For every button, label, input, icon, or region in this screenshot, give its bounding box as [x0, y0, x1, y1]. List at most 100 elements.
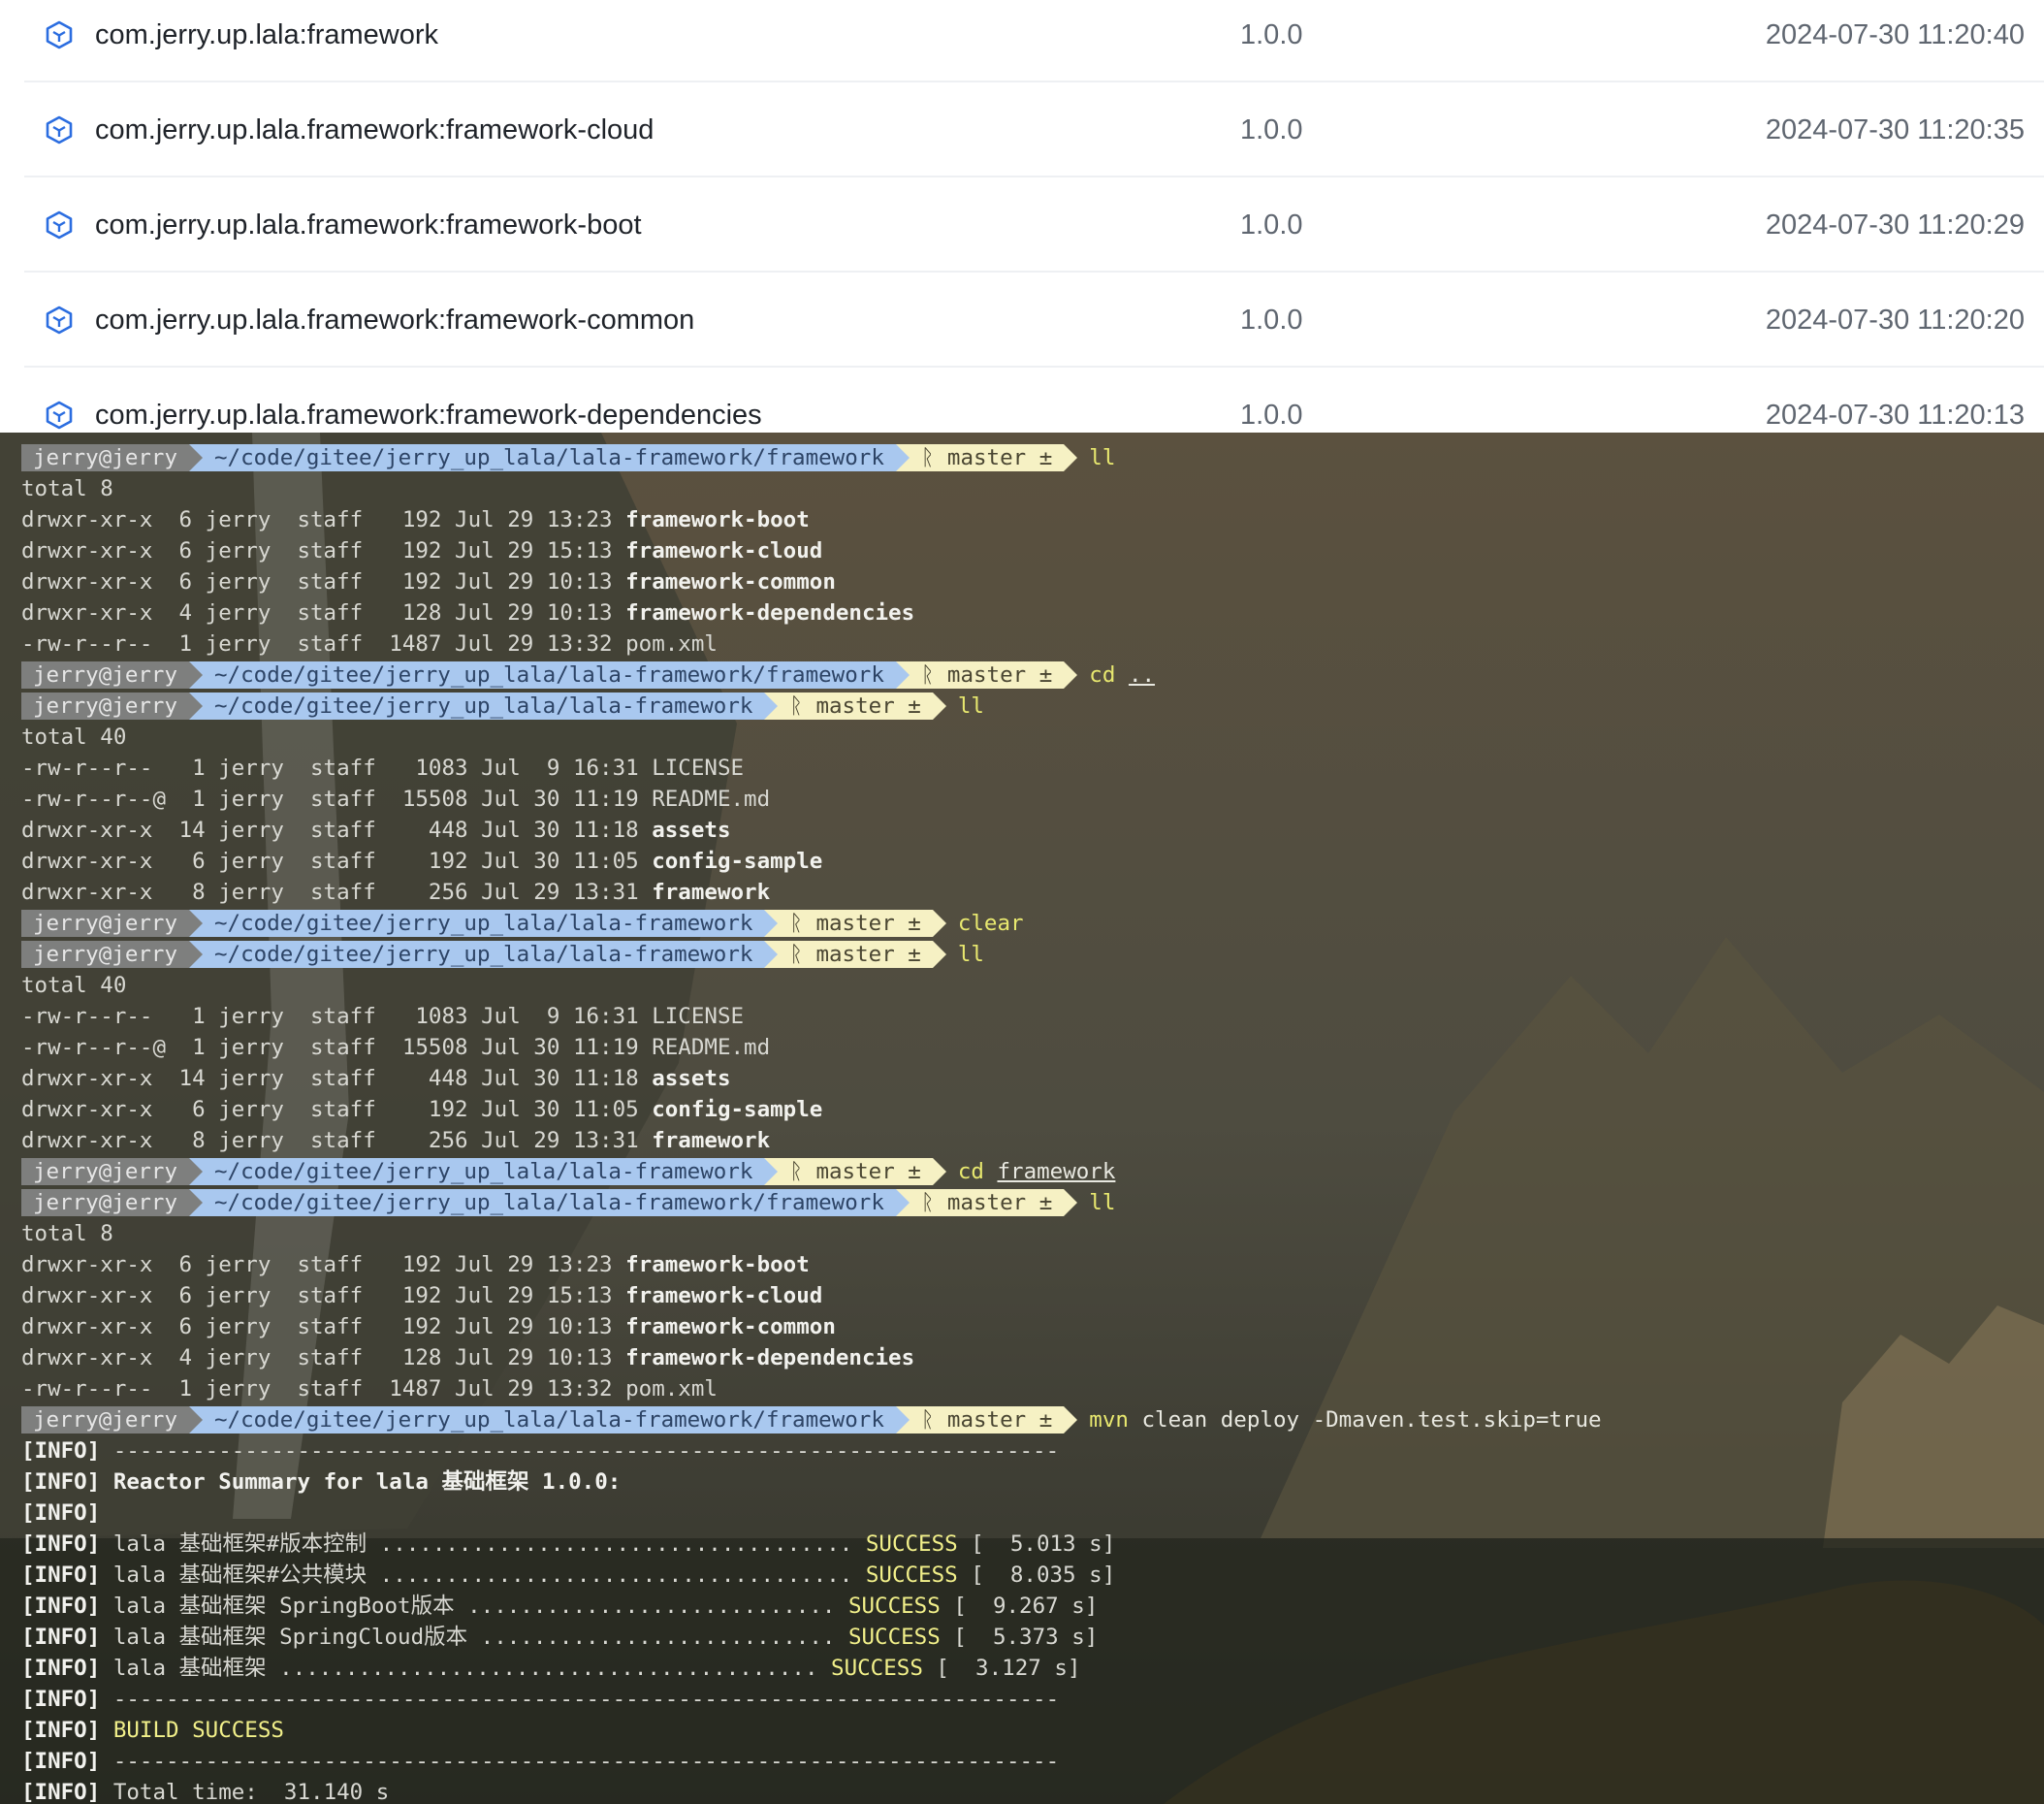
artifact-name: com.jerry.up.lala.framework:framework-cl…: [95, 114, 655, 145]
command: mvn: [1089, 1407, 1129, 1433]
log-message: ----------------------------------------…: [112, 1687, 1060, 1712]
prompt-separator: [764, 941, 779, 968]
prompt-path: ~/code/gitee/jerry_up_lala/lala-framewor…: [203, 910, 765, 937]
module-duration: [ 5.013 s]: [957, 1531, 1116, 1557]
artifact-row[interactable]: com.jerry.up.lala.framework:framework-cl…: [24, 81, 2044, 177]
directory-name: framework-cloud: [625, 1283, 823, 1308]
file-name: pom.xml: [625, 1376, 718, 1401]
artifact-time: 2024-07-30 11:20:29: [1765, 209, 2025, 241]
prompt-separator: [932, 1158, 946, 1185]
git-branch: ᚱ master ±: [778, 941, 933, 968]
artifact-row[interactable]: com.jerry.up.lala:framework 1.0.0 2024-07-…: [24, 0, 2044, 82]
prompt-path: ~/code/gitee/jerry_up_lala/lala-framewor…: [203, 444, 896, 471]
prompt-user: jerry@jerry: [21, 1406, 190, 1434]
directory-name: framework-boot: [625, 507, 810, 532]
directory-name: config-sample: [652, 1097, 823, 1122]
artifact-version: 1.0.0: [1240, 209, 1303, 241]
directory-name: framework-dependencies: [625, 1345, 915, 1370]
artifact-row[interactable]: com.jerry.up.lala.framework:framework-bo…: [24, 177, 2044, 273]
file-meta: drwxr-xr-x 6 jerry staff 192 Jul 29 13:2…: [21, 1252, 626, 1277]
prompt-path: ~/code/gitee/jerry_up_lala/lala-framewor…: [203, 1158, 765, 1185]
log-level: [INFO]: [21, 1594, 113, 1619]
prompt-user: jerry@jerry: [21, 444, 190, 471]
maven-log-line: [INFO] ---------------------------------…: [21, 1684, 2038, 1715]
file-meta: drwxr-xr-x 6 jerry staff 192 Jul 29 13:2…: [21, 507, 626, 532]
artifact-row[interactable]: com.jerry.up.lala.framework:framework-co…: [24, 272, 2044, 368]
log-message: lala 基础框架 SpringCloud版本 ................…: [112, 1625, 848, 1650]
command: ll: [957, 693, 984, 719]
log-level: [INFO]: [21, 1780, 113, 1804]
file-meta: -rw-r--r--@ 1 jerry staff 15508 Jul 30 1…: [21, 787, 653, 812]
package-icon: [44, 209, 75, 241]
log-level: [INFO]: [21, 1500, 101, 1526]
prompt-separator: [764, 910, 779, 937]
directory-name: framework-common: [625, 1314, 836, 1339]
git-branch: ᚱ master ±: [909, 444, 1065, 471]
listing-row: drwxr-xr-x 6 jerry staff 192 Jul 29 10:1…: [21, 566, 2038, 597]
file-meta: drwxr-xr-x 6 jerry staff 192 Jul 30 11:0…: [21, 1097, 653, 1122]
directory-name: framework-dependencies: [625, 600, 915, 626]
artifact-list: com.jerry.up.lala:framework 1.0.0 2024-07-…: [0, 0, 2044, 433]
output-text: total 40: [21, 725, 127, 750]
artifact-version: 1.0.0: [1240, 19, 1303, 50]
listing-row: -rw-r--r--@ 1 jerry staff 15508 Jul 30 1…: [21, 1032, 2038, 1063]
log-level: [INFO]: [21, 1625, 113, 1650]
listing-row: drwxr-xr-x 6 jerry staff 192 Jul 29 13:2…: [21, 504, 2038, 535]
prompt-separator: [764, 693, 779, 720]
listing-row: drwxr-xr-x 6 jerry staff 192 Jul 29 15:1…: [21, 1280, 2038, 1311]
file-name: README.md: [652, 1035, 771, 1060]
maven-log-line: [INFO] ---------------------------------…: [21, 1435, 2038, 1466]
module-status: SUCCESS: [831, 1656, 923, 1681]
package-icon: [44, 114, 75, 145]
command: ll: [957, 942, 984, 967]
git-branch: ᚱ master ±: [909, 1406, 1065, 1434]
prompt-path: ~/code/gitee/jerry_up_lala/lala-framewor…: [203, 693, 765, 720]
command: cd: [1089, 662, 1116, 688]
command: ll: [1089, 445, 1116, 470]
listing-row: -rw-r--r-- 1 jerry staff 1487 Jul 29 13:…: [21, 1373, 2038, 1404]
listing-row: drwxr-xr-x 6 jerry staff 192 Jul 30 11:0…: [21, 846, 2038, 877]
artifact-time: 2024-07-30 11:20:35: [1765, 114, 2025, 145]
prompt-separator: [895, 444, 910, 471]
prompt-separator: [932, 910, 946, 937]
listing-row: -rw-r--r-- 1 jerry staff 1083 Jul 9 16:3…: [21, 1001, 2038, 1032]
directory-name: framework-boot: [625, 1252, 810, 1277]
artifact-time: 2024-07-30 11:20:13: [1765, 400, 2025, 431]
directory-name: framework-cloud: [625, 538, 823, 564]
artifact-time: 2024-07-30 11:20:20: [1765, 305, 2025, 336]
maven-log-line: [INFO] BUILD SUCCESS: [21, 1715, 2038, 1746]
prompt-path: ~/code/gitee/jerry_up_lala/lala-framewor…: [203, 941, 765, 968]
log-message: lala 基础框架 SpringBoot版本 .................…: [112, 1594, 848, 1619]
prompt-separator: [189, 910, 204, 937]
command: ll: [1089, 1190, 1116, 1215]
file-meta: drwxr-xr-x 4 jerry staff 128 Jul 29 10:1…: [21, 1345, 626, 1370]
package-icon: [44, 19, 75, 50]
prompt-separator: [189, 444, 204, 471]
log-level: [INFO]: [21, 1562, 113, 1588]
listing-row: drwxr-xr-x 8 jerry staff 256 Jul 29 13:3…: [21, 877, 2038, 908]
log-level: [INFO]: [21, 1656, 113, 1681]
directory-name: framework: [652, 880, 771, 905]
artifact-version: 1.0.0: [1240, 114, 1303, 145]
artifact-name: com.jerry.up.lala.framework:framework-de…: [95, 400, 762, 431]
artifact-version: 1.0.0: [1240, 400, 1303, 431]
listing-row: drwxr-xr-x 4 jerry staff 128 Jul 29 10:1…: [21, 1342, 2038, 1373]
terminal-window[interactable]: jerry@jerry ~/code/gitee/jerry_up_lala/la…: [0, 433, 2044, 1804]
log-level: [INFO]: [21, 1438, 113, 1464]
log-message: lala 基础框架 ..............................…: [112, 1656, 832, 1681]
module-status: SUCCESS: [865, 1562, 958, 1588]
artifact-row[interactable]: com.jerry.up.lala.framework:framework-de…: [24, 367, 2044, 433]
module-duration: [ 9.267 s]: [940, 1594, 1099, 1619]
package-icon: [44, 400, 75, 431]
terminal-line: total 8: [21, 1218, 2038, 1249]
prompt-line: jerry@jerry ~/code/gitee/jerry_up_lala/la…: [21, 1404, 2038, 1435]
listing-row: drwxr-xr-x 6 jerry staff 192 Jul 29 10:1…: [21, 1311, 2038, 1342]
prompt-separator: [1064, 661, 1078, 689]
artifact-name: com.jerry.up.lala.framework:framework-bo…: [95, 209, 642, 241]
maven-log-line: [INFO]: [21, 1498, 2038, 1529]
log-message: ----------------------------------------…: [112, 1749, 1060, 1774]
terminal-output: jerry@jerry ~/code/gitee/jerry_up_lala/la…: [21, 442, 2038, 1804]
prompt-separator: [189, 941, 204, 968]
file-meta: drwxr-xr-x 6 jerry staff 192 Jul 29 10:1…: [21, 569, 626, 595]
